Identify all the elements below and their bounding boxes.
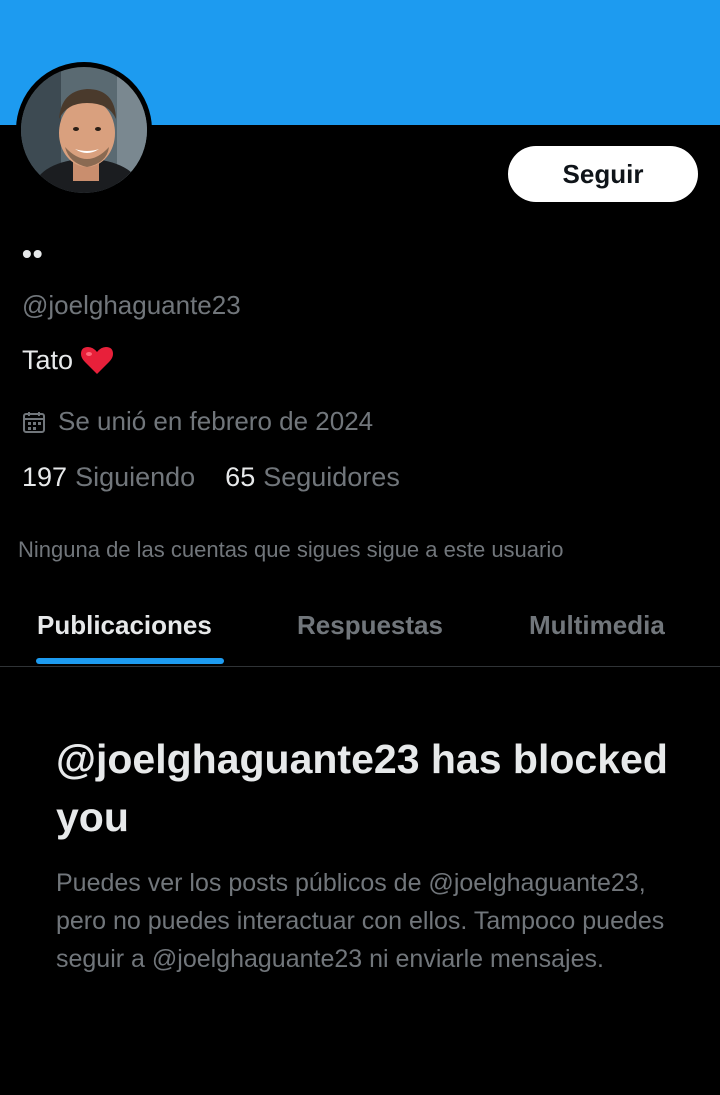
active-tab-indicator — [36, 658, 224, 664]
followers-stat[interactable]: 65 Seguidores — [225, 462, 400, 493]
profile-bio: Tato — [22, 345, 114, 376]
blocked-description: Puedes ver los posts públicos de @joelgh… — [56, 869, 665, 973]
followers-label: Seguidores — [263, 462, 400, 492]
followers-count: 65 — [225, 462, 256, 492]
profile-photo-icon — [21, 67, 147, 193]
tab-publicaciones[interactable]: Publicaciones — [37, 610, 212, 641]
joined-date: Se unió en febrero de 2024 — [22, 406, 373, 437]
display-name: •• — [22, 238, 44, 269]
follow-button[interactable]: Seguir — [508, 146, 698, 202]
following-count: 197 — [22, 462, 68, 492]
profile-tabs: Publicaciones Respuestas Multimedia — [0, 590, 720, 667]
avatar[interactable] — [16, 62, 152, 198]
following-label: Siguiendo — [75, 462, 196, 492]
tab-multimedia[interactable]: Multimedia — [529, 610, 665, 641]
calendar-icon — [22, 410, 46, 434]
red-heart-icon — [81, 346, 114, 376]
blocked-title: @joelghaguante23 has blocked you — [56, 736, 668, 840]
follow-stats: 197 Siguiendo 65 Seguidores — [22, 462, 400, 493]
bio-text: Tato — [22, 345, 74, 375]
tab-respuestas[interactable]: Respuestas — [297, 610, 443, 641]
mutual-followers-note: Ninguna de las cuentas que sigues sigue … — [18, 537, 564, 562]
following-stat[interactable]: 197 Siguiendo — [22, 462, 195, 493]
profile-handle: @joelghaguante23 — [22, 290, 241, 320]
joined-text: Se unió en febrero de 2024 — [58, 406, 374, 436]
